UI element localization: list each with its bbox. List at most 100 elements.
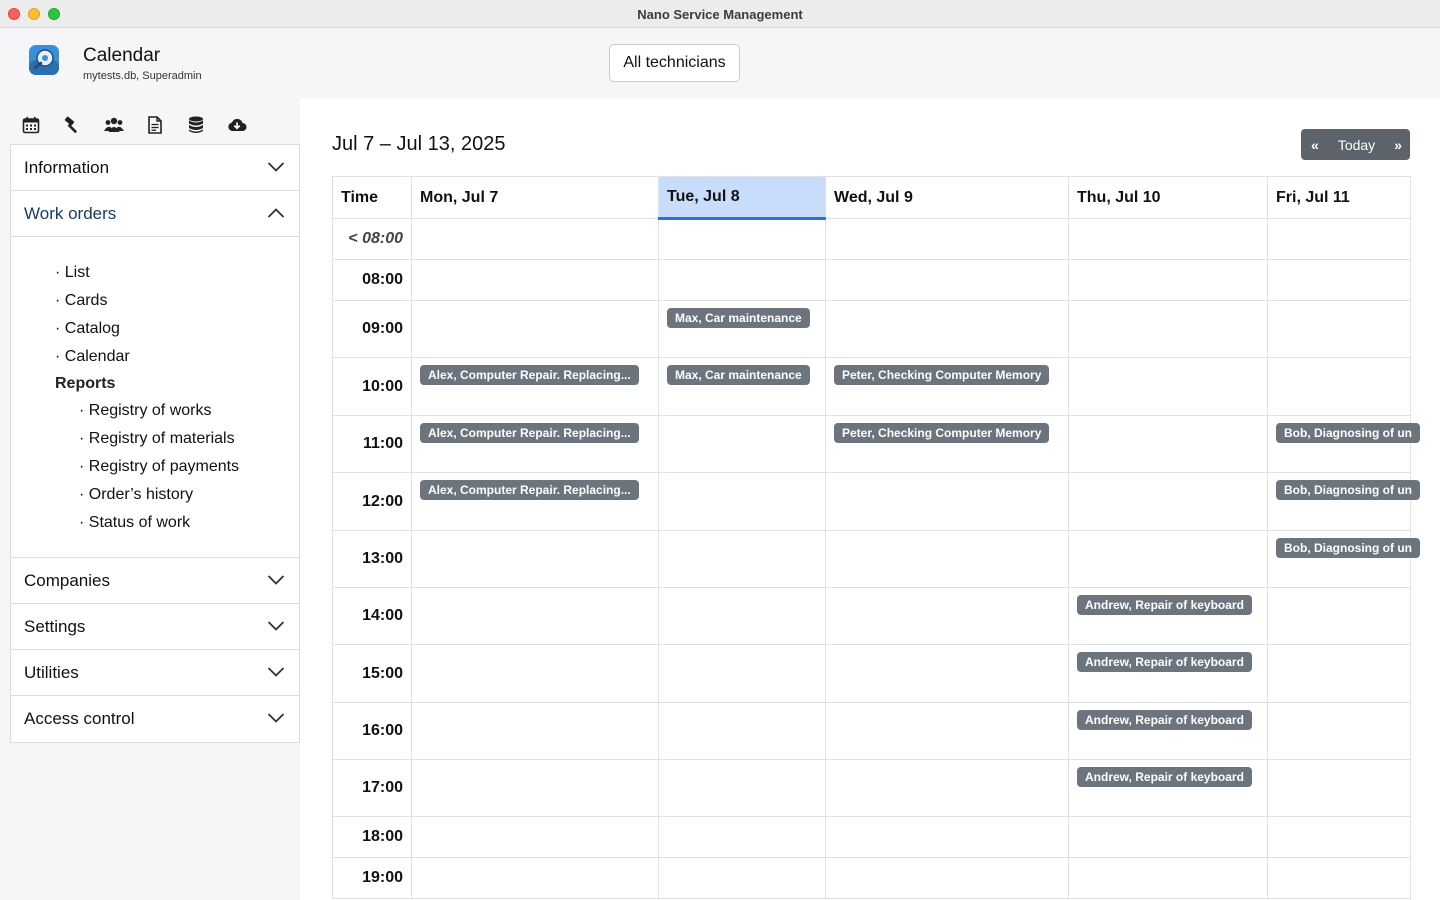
menu-item-registry-of-payments[interactable]: · Registry of payments bbox=[11, 453, 299, 481]
calendar-cell[interactable] bbox=[1267, 218, 1411, 260]
accordion-access-control[interactable]: Access control bbox=[11, 696, 299, 742]
day-header[interactable]: Thu, Jul 10 bbox=[1068, 176, 1268, 219]
calendar-cell[interactable] bbox=[658, 857, 826, 899]
calendar-cell[interactable]: Andrew, Repair of keyboard bbox=[1068, 702, 1268, 760]
menu-item-list[interactable]: · List bbox=[11, 259, 299, 287]
calendar-cell[interactable] bbox=[411, 816, 659, 858]
calendar-cell[interactable] bbox=[825, 644, 1069, 703]
cloud-download-icon[interactable] bbox=[226, 114, 248, 136]
calendar-cell[interactable] bbox=[1267, 816, 1411, 858]
calendar-cell[interactable]: Andrew, Repair of keyboard bbox=[1068, 587, 1268, 645]
calendar-cell[interactable] bbox=[1267, 300, 1411, 358]
calendar-cell[interactable] bbox=[825, 857, 1069, 899]
menu-item-orders-history[interactable]: · Order’s history bbox=[11, 481, 299, 509]
calendar-icon[interactable] bbox=[20, 114, 42, 136]
calendar-cell[interactable] bbox=[1068, 857, 1268, 899]
calendar-cell[interactable]: Alex, Computer Repair. Replacing... bbox=[411, 415, 659, 473]
calendar-cell[interactable] bbox=[1068, 816, 1268, 858]
calendar-cell[interactable]: Andrew, Repair of keyboard bbox=[1068, 644, 1268, 703]
event-chip[interactable]: Max, Car maintenance bbox=[667, 308, 810, 328]
calendar-cell[interactable] bbox=[411, 857, 659, 899]
calendar-cell[interactable] bbox=[1267, 357, 1411, 416]
calendar-cell[interactable]: Max, Car maintenance bbox=[658, 357, 826, 416]
menu-item-cards[interactable]: · Cards bbox=[11, 287, 299, 315]
event-chip[interactable]: Bob, Diagnosing of un bbox=[1276, 538, 1420, 558]
calendar-cell[interactable] bbox=[658, 702, 826, 760]
calendar-cell[interactable]: Peter, Checking Computer Memory bbox=[825, 415, 1069, 473]
calendar-cell[interactable]: Peter, Checking Computer Memory bbox=[825, 357, 1069, 416]
calendar-cell[interactable] bbox=[411, 644, 659, 703]
calendar-cell[interactable] bbox=[825, 259, 1069, 301]
calendar-cell[interactable] bbox=[825, 759, 1069, 817]
calendar-cell[interactable] bbox=[825, 816, 1069, 858]
calendar-cell[interactable]: Bob, Diagnosing of un bbox=[1267, 472, 1420, 531]
event-chip[interactable]: Alex, Computer Repair. Replacing... bbox=[420, 423, 639, 443]
calendar-cell[interactable] bbox=[1267, 644, 1411, 703]
calendar-cell[interactable] bbox=[658, 587, 826, 645]
calendar-cell[interactable] bbox=[825, 472, 1069, 531]
calendar-cell[interactable] bbox=[1267, 857, 1411, 899]
accordion-utilities[interactable]: Utilities bbox=[11, 650, 299, 696]
calendar-cell[interactable] bbox=[1068, 472, 1268, 531]
event-chip[interactable]: Max, Car maintenance bbox=[667, 365, 810, 385]
menu-item-registry-of-materials[interactable]: · Registry of materials bbox=[11, 425, 299, 453]
document-icon[interactable] bbox=[144, 114, 166, 136]
today-button[interactable]: Today bbox=[1338, 137, 1375, 153]
calendar-cell[interactable]: Alex, Computer Repair. Replacing... bbox=[411, 472, 659, 531]
calendar-cell[interactable] bbox=[1068, 357, 1268, 416]
event-chip[interactable]: Bob, Diagnosing of un bbox=[1276, 423, 1420, 443]
calendar-cell[interactable] bbox=[658, 530, 826, 588]
event-chip[interactable]: Andrew, Repair of keyboard bbox=[1077, 767, 1252, 787]
event-chip[interactable]: Peter, Checking Computer Memory bbox=[834, 423, 1050, 443]
event-chip[interactable]: Andrew, Repair of keyboard bbox=[1077, 652, 1252, 672]
calendar-cell[interactable] bbox=[411, 218, 659, 260]
calendar-cell[interactable] bbox=[825, 702, 1069, 760]
calendar-cell[interactable] bbox=[411, 300, 659, 358]
calendar-cell[interactable] bbox=[825, 218, 1069, 260]
calendar-cell[interactable]: Max, Car maintenance bbox=[658, 300, 826, 358]
accordion-information[interactable]: Information bbox=[11, 145, 299, 191]
calendar-cell[interactable]: Bob, Diagnosing of un bbox=[1267, 530, 1420, 588]
event-chip[interactable]: Andrew, Repair of keyboard bbox=[1077, 710, 1252, 730]
calendar-cell[interactable] bbox=[1267, 259, 1411, 301]
menu-item-calendar[interactable]: · Calendar bbox=[11, 343, 299, 371]
calendar-cell[interactable] bbox=[825, 587, 1069, 645]
calendar-cell[interactable] bbox=[1068, 415, 1268, 473]
event-chip[interactable]: Bob, Diagnosing of un bbox=[1276, 480, 1420, 500]
prev-week-button[interactable]: « bbox=[1311, 137, 1319, 153]
calendar-cell[interactable] bbox=[411, 587, 659, 645]
calendar-cell[interactable] bbox=[1267, 759, 1411, 817]
event-chip[interactable]: Alex, Computer Repair. Replacing... bbox=[420, 480, 639, 500]
technician-filter-button[interactable]: All technicians bbox=[609, 44, 740, 82]
calendar-cell[interactable]: Andrew, Repair of keyboard bbox=[1068, 759, 1268, 817]
calendar-cell[interactable] bbox=[411, 759, 659, 817]
calendar-cell[interactable] bbox=[1267, 587, 1411, 645]
calendar-cell[interactable] bbox=[1068, 218, 1268, 260]
accordion-settings[interactable]: Settings bbox=[11, 604, 299, 650]
day-header[interactable]: Mon, Jul 7 bbox=[411, 176, 659, 219]
calendar-cell[interactable] bbox=[658, 259, 826, 301]
next-week-button[interactable]: » bbox=[1394, 137, 1402, 153]
calendar-cell[interactable] bbox=[658, 644, 826, 703]
accordion-work-orders[interactable]: Work orders bbox=[11, 191, 299, 237]
menu-item-catalog[interactable]: · Catalog bbox=[11, 315, 299, 343]
calendar-cell[interactable] bbox=[658, 759, 826, 817]
event-chip[interactable]: Andrew, Repair of keyboard bbox=[1077, 595, 1252, 615]
day-header[interactable]: Fri, Jul 11 bbox=[1267, 176, 1411, 219]
calendar-cell[interactable] bbox=[1068, 300, 1268, 358]
menu-item-registry-of-works[interactable]: · Registry of works bbox=[11, 397, 299, 425]
calendar-cell[interactable] bbox=[1068, 530, 1268, 588]
calendar-cell[interactable] bbox=[411, 259, 659, 301]
calendar-cell[interactable] bbox=[825, 300, 1069, 358]
database-icon[interactable] bbox=[185, 114, 207, 136]
calendar-cell[interactable] bbox=[658, 816, 826, 858]
day-header[interactable]: Tue, Jul 8 bbox=[658, 176, 826, 220]
calendar-cell[interactable] bbox=[1068, 259, 1268, 301]
calendar-cell[interactable] bbox=[1267, 702, 1411, 760]
calendar-cell[interactable]: Alex, Computer Repair. Replacing... bbox=[411, 357, 659, 416]
calendar-cell[interactable] bbox=[658, 415, 826, 473]
calendar-cell[interactable] bbox=[658, 218, 826, 260]
calendar-cell[interactable]: Bob, Diagnosing of un bbox=[1267, 415, 1420, 473]
calendar-cell[interactable] bbox=[411, 530, 659, 588]
hammer-icon[interactable] bbox=[61, 114, 83, 136]
